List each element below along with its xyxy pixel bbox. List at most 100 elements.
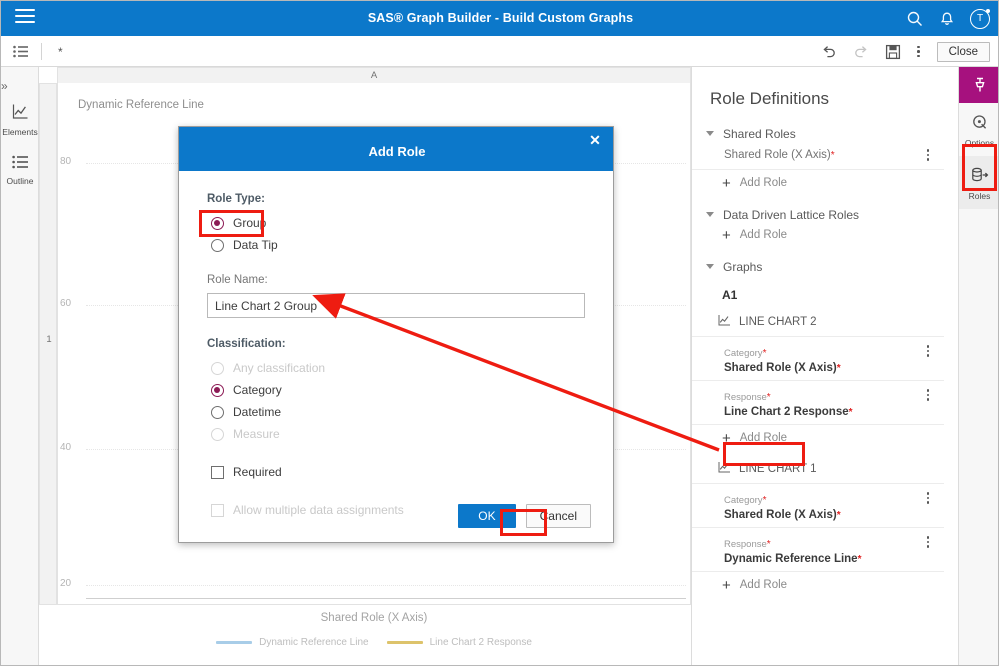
- radio-label-group: Group: [233, 216, 267, 230]
- toolbar-left-group: *: [13, 36, 67, 67]
- radio-indicator-category[interactable]: [211, 383, 224, 397]
- add-role-line-chart-1-label: Add Role: [739, 579, 788, 591]
- add-role-line-chart-2-label: Add Role: [739, 432, 788, 444]
- legend-item-line-chart-2-response[interactable]: Line Chart 2 Response: [386, 637, 532, 648]
- role-name-text: Dynamic Reference Line: [724, 553, 858, 565]
- role-type-label: Category*: [724, 495, 766, 506]
- panel-title: Role Definitions: [710, 89, 830, 108]
- role-type-text: Category: [724, 495, 763, 506]
- radio-classification-measure[interactable]: Measure: [211, 423, 585, 445]
- role-name-label: Dynamic Reference Line*: [724, 553, 862, 565]
- radio-classification-category[interactable]: Category: [211, 379, 585, 401]
- radio-indicator-measure[interactable]: [211, 427, 224, 441]
- plus-icon: +: [722, 174, 731, 192]
- role-row-lc1-response[interactable]: Response* Dynamic Reference Line*: [692, 528, 944, 572]
- radio-classification-datetime[interactable]: Datetime: [211, 401, 585, 423]
- radio-indicator-data-tip[interactable]: [211, 238, 224, 252]
- radio-role-type-data-tip[interactable]: Data Tip: [211, 234, 585, 256]
- role-name-text: Shared Role (X Axis): [724, 362, 837, 374]
- checkbox-indicator-allow-multiple[interactable]: [211, 503, 224, 517]
- checkbox-label-required: Required: [233, 465, 282, 479]
- app-title: SAS® Graph Builder - Build Custom Graphs: [367, 11, 634, 25]
- radio-classification-any[interactable]: Any classification: [211, 357, 585, 379]
- role-name-input[interactable]: [207, 293, 585, 318]
- line-chart-icon: [718, 461, 731, 476]
- bell-icon[interactable]: [938, 10, 956, 28]
- checkbox-required[interactable]: Required: [211, 461, 585, 483]
- search-icon[interactable]: [906, 10, 924, 28]
- role-type-text: Response: [724, 392, 767, 403]
- legend-swatch-dynamic-reference-line: [216, 641, 253, 644]
- right-rail-item-roles[interactable]: Roles: [959, 156, 998, 209]
- list-icon[interactable]: [13, 45, 29, 58]
- left-sidebar-rail: » Elements Outline: [1, 67, 39, 665]
- required-marker: *: [766, 539, 771, 550]
- required-marker: *: [836, 510, 841, 521]
- role-entry-lc1-category: Category* Shared Role (X Axis)*: [724, 490, 841, 521]
- line-chart-icon: [718, 314, 731, 329]
- kebab-menu-icon[interactable]: [926, 534, 930, 550]
- lattice-column-header: A: [57, 67, 691, 83]
- dialog-title: Add Role: [368, 144, 426, 159]
- section-header-data-driven-lattice-roles[interactable]: Data Driven Lattice Roles: [692, 208, 958, 222]
- role-row-lc2-response[interactable]: Response* Line Chart 2 Response*: [692, 381, 944, 425]
- line-chart-icon: [12, 104, 29, 124]
- role-row-lc2-category[interactable]: Category* Shared Role (X Axis)*: [692, 337, 944, 381]
- sidebar-item-elements[interactable]: Elements: [1, 93, 39, 137]
- undo-icon[interactable]: [821, 44, 837, 60]
- close-icon[interactable]: ✕: [587, 132, 603, 148]
- tab-current-document[interactable]: *: [54, 45, 67, 59]
- chevron-down-icon: [706, 211, 715, 220]
- close-button[interactable]: Close: [936, 41, 990, 62]
- role-entry-lc2-response: Response* Line Chart 2 Response*: [724, 387, 853, 418]
- chart-header-line-chart-2[interactable]: LINE CHART 2: [692, 308, 944, 337]
- role-name-label: Shared Role (X Axis)*: [724, 509, 841, 521]
- chart-legend: Dynamic Reference Line Line Chart 2 Resp…: [57, 637, 691, 648]
- chevron-down-icon: [706, 263, 715, 272]
- radio-indicator-datetime[interactable]: [211, 405, 224, 419]
- x-axis-line: [86, 598, 686, 599]
- role-row-shared-role-x-axis[interactable]: Shared Role (X Axis)*: [692, 141, 944, 170]
- kebab-menu-icon[interactable]: [926, 343, 930, 359]
- role-row-lc1-category[interactable]: Category* Shared Role (X Axis)*: [692, 484, 944, 528]
- pin-icon[interactable]: [959, 67, 998, 103]
- checkbox-indicator-required[interactable]: [211, 465, 224, 479]
- kebab-menu-icon[interactable]: [917, 44, 921, 60]
- add-role-shared[interactable]: + Add Role: [692, 170, 958, 196]
- save-icon[interactable]: [885, 44, 901, 60]
- role-type-text: Response: [724, 539, 767, 550]
- ok-button[interactable]: OK: [458, 504, 516, 528]
- chart-header-line-chart-1[interactable]: LINE CHART 1: [692, 455, 944, 484]
- role-type-label: Role Type:: [207, 193, 265, 205]
- radio-indicator-any-classification[interactable]: [211, 361, 224, 375]
- role-type-text: Category: [724, 348, 763, 359]
- radio-label-any-classification: Any classification: [233, 361, 326, 375]
- role-type-label: Response*: [724, 392, 771, 403]
- kebab-menu-icon[interactable]: [926, 147, 930, 163]
- right-rail-item-options[interactable]: Options: [959, 103, 998, 156]
- section-header-graphs[interactable]: Graphs: [692, 260, 958, 274]
- redo-icon[interactable]: [853, 44, 869, 60]
- cancel-button[interactable]: Cancel: [525, 504, 591, 528]
- kebab-menu-icon[interactable]: [926, 387, 930, 403]
- kebab-menu-icon[interactable]: [926, 490, 930, 506]
- role-definitions-panel: Role Definitions Shared Roles Shared Rol…: [691, 67, 958, 665]
- expand-rail-button[interactable]: »: [1, 67, 38, 93]
- add-role-line-chart-1[interactable]: + Add Role: [692, 572, 958, 598]
- add-role-dialog: Add Role ✕ Role Type: Group Data Tip Rol…: [178, 126, 614, 543]
- legend-item-dynamic-reference-line[interactable]: Dynamic Reference Line: [216, 637, 369, 648]
- radio-indicator-group[interactable]: [211, 216, 224, 230]
- sidebar-item-outline[interactable]: Outline: [1, 137, 39, 186]
- sidebar-item-outline-label: Outline: [6, 176, 34, 186]
- role-name-text: Shared Role (X Axis): [724, 149, 831, 161]
- add-role-line-chart-2[interactable]: + Add Role: [692, 425, 958, 451]
- add-role-shared-label: Add Role: [739, 177, 788, 189]
- radio-label-data-tip: Data Tip: [233, 238, 278, 252]
- section-header-shared-roles[interactable]: Shared Roles: [692, 127, 958, 141]
- role-label-shared-role-x-axis: Shared Role (X Axis)*: [724, 147, 835, 161]
- radio-role-type-group[interactable]: Group: [211, 212, 585, 234]
- dialog-header: Add Role ✕: [179, 127, 613, 171]
- avatar[interactable]: T: [970, 8, 990, 29]
- add-role-lattice[interactable]: + Add Role: [692, 222, 958, 248]
- right-rail-item-roles-label: Roles: [968, 191, 991, 201]
